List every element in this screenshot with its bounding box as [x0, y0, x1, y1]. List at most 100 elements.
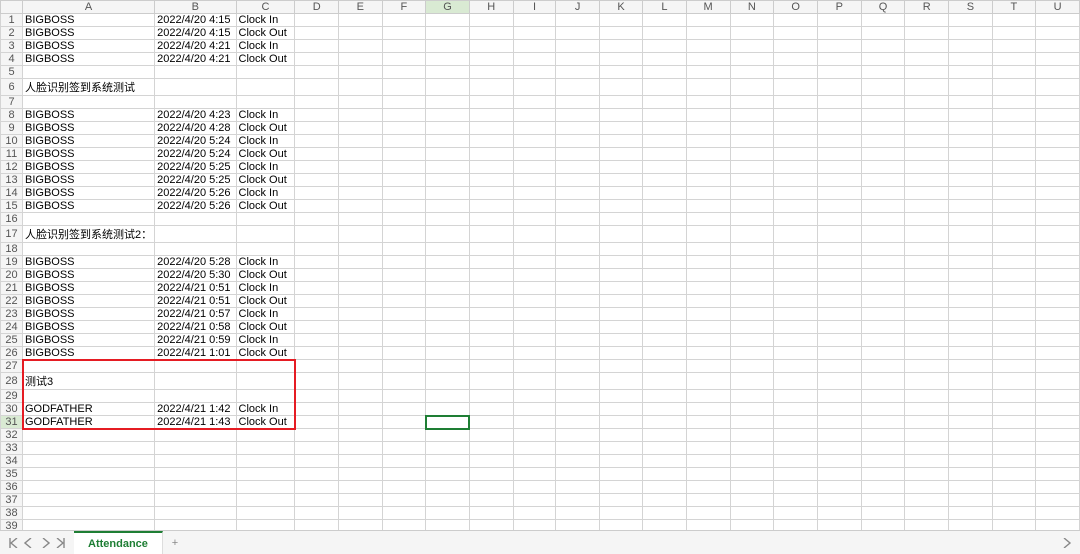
cell-Q5[interactable] [861, 66, 905, 79]
cell-B17[interactable] [155, 226, 236, 243]
row-header-21[interactable]: 21 [1, 282, 23, 295]
cell-G10[interactable] [426, 135, 470, 148]
cell-M14[interactable] [686, 187, 730, 200]
cell-J39[interactable] [556, 520, 599, 531]
cell-N12[interactable] [730, 161, 774, 174]
cell-A17[interactable]: 人脸识别签到系统测试2： [23, 226, 155, 243]
cell-A27[interactable] [23, 360, 155, 373]
cell-F19[interactable] [382, 256, 425, 269]
cell-T6[interactable] [992, 79, 1035, 96]
cell-E30[interactable] [339, 403, 383, 416]
cell-E14[interactable] [339, 187, 383, 200]
cell-K29[interactable] [599, 390, 643, 403]
cell-O9[interactable] [774, 122, 818, 135]
cell-H11[interactable] [469, 148, 513, 161]
cell-B11[interactable]: 2022/4/20 5:24 [155, 148, 236, 161]
cell-P30[interactable] [818, 403, 862, 416]
row-header-15[interactable]: 15 [1, 200, 23, 213]
cell-M34[interactable] [686, 455, 730, 468]
cell-A33[interactable] [23, 442, 155, 455]
cell-E16[interactable] [339, 213, 383, 226]
cell-M26[interactable] [686, 347, 730, 360]
cell-R22[interactable] [905, 295, 949, 308]
cell-L10[interactable] [643, 135, 686, 148]
cell-L36[interactable] [643, 481, 686, 494]
cell-J9[interactable] [556, 122, 599, 135]
cell-S7[interactable] [949, 96, 993, 109]
cell-F25[interactable] [382, 334, 425, 347]
cell-C37[interactable] [236, 494, 295, 507]
cell-U32[interactable] [1036, 429, 1080, 442]
row-header-30[interactable]: 30 [1, 403, 23, 416]
cell-P11[interactable] [818, 148, 862, 161]
cell-Q1[interactable] [861, 14, 905, 27]
cell-F34[interactable] [382, 455, 425, 468]
cell-O18[interactable] [774, 243, 818, 256]
cell-G29[interactable] [426, 390, 470, 403]
cell-N10[interactable] [730, 135, 774, 148]
cell-B31[interactable]: 2022/4/21 1:43 [155, 416, 236, 429]
cell-J24[interactable] [556, 321, 599, 334]
cell-I16[interactable] [513, 213, 556, 226]
cell-D5[interactable] [295, 66, 339, 79]
row-header-20[interactable]: 20 [1, 269, 23, 282]
cell-S22[interactable] [949, 295, 993, 308]
cell-L31[interactable] [643, 416, 686, 429]
cell-R34[interactable] [905, 455, 949, 468]
cell-E7[interactable] [339, 96, 383, 109]
cell-M17[interactable] [686, 226, 730, 243]
cell-O31[interactable] [774, 416, 818, 429]
cell-I19[interactable] [513, 256, 556, 269]
cell-M30[interactable] [686, 403, 730, 416]
cell-K31[interactable] [599, 416, 643, 429]
cell-N27[interactable] [730, 360, 774, 373]
cell-I8[interactable] [513, 109, 556, 122]
row-header-16[interactable]: 16 [1, 213, 23, 226]
cell-M23[interactable] [686, 308, 730, 321]
cell-E31[interactable] [339, 416, 383, 429]
cell-A23[interactable]: BIGBOSS [23, 308, 155, 321]
cell-I13[interactable] [513, 174, 556, 187]
cell-I14[interactable] [513, 187, 556, 200]
cell-U20[interactable] [1036, 269, 1080, 282]
cell-P33[interactable] [818, 442, 862, 455]
cell-S1[interactable] [949, 14, 993, 27]
cell-K15[interactable] [599, 200, 643, 213]
cell-R26[interactable] [905, 347, 949, 360]
cell-I24[interactable] [513, 321, 556, 334]
cell-S21[interactable] [949, 282, 993, 295]
cell-A29[interactable] [23, 390, 155, 403]
cell-E3[interactable] [339, 40, 383, 53]
cell-U6[interactable] [1036, 79, 1080, 96]
col-header-Q[interactable]: Q [861, 1, 905, 14]
cell-P10[interactable] [818, 135, 862, 148]
cell-L15[interactable] [643, 200, 686, 213]
cell-M37[interactable] [686, 494, 730, 507]
cell-J30[interactable] [556, 403, 599, 416]
cell-D38[interactable] [295, 507, 339, 520]
cell-N4[interactable] [730, 53, 774, 66]
cell-D37[interactable] [295, 494, 339, 507]
cell-J7[interactable] [556, 96, 599, 109]
cell-O33[interactable] [774, 442, 818, 455]
row-header-11[interactable]: 11 [1, 148, 23, 161]
cell-U17[interactable] [1036, 226, 1080, 243]
cell-M36[interactable] [686, 481, 730, 494]
cell-F30[interactable] [382, 403, 425, 416]
cell-I25[interactable] [513, 334, 556, 347]
cell-D2[interactable] [295, 27, 339, 40]
cell-R32[interactable] [905, 429, 949, 442]
cell-Q6[interactable] [861, 79, 905, 96]
cell-R7[interactable] [905, 96, 949, 109]
cell-R28[interactable] [905, 373, 949, 390]
cell-E19[interactable] [339, 256, 383, 269]
cell-N38[interactable] [730, 507, 774, 520]
cell-U36[interactable] [1036, 481, 1080, 494]
cell-H32[interactable] [469, 429, 513, 442]
cell-D19[interactable] [295, 256, 339, 269]
col-header-O[interactable]: O [774, 1, 818, 14]
cell-G32[interactable] [426, 429, 470, 442]
cell-P29[interactable] [818, 390, 862, 403]
cell-P1[interactable] [818, 14, 862, 27]
cell-U37[interactable] [1036, 494, 1080, 507]
